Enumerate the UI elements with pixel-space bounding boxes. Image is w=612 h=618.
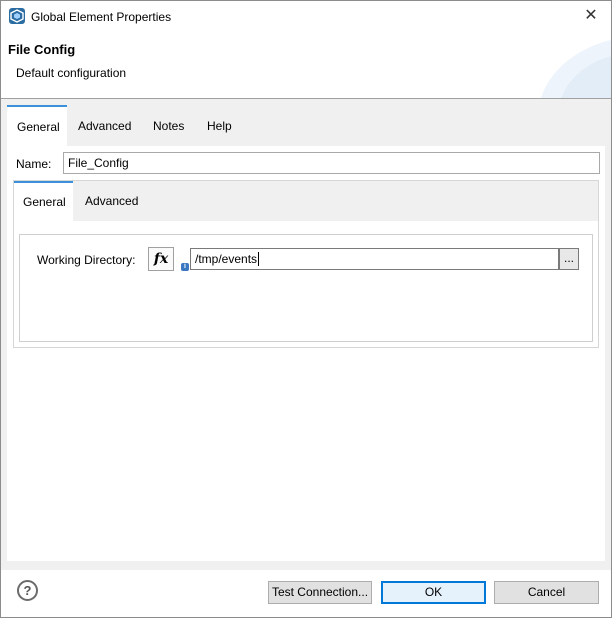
close-icon: ✕ — [584, 7, 598, 24]
header-title: File Config — [8, 42, 76, 57]
test-connection-button[interactable]: Test Connection... — [268, 581, 372, 604]
tab-advanced[interactable]: Advanced — [68, 105, 141, 146]
dialog-header: File Config Default configuration — [1, 32, 611, 98]
subtab-label: General — [23, 195, 66, 209]
expression-toggle-button[interactable]: fx — [148, 247, 174, 271]
fx-icon: fx — [153, 251, 169, 267]
close-button[interactable]: ✕ — [579, 5, 603, 27]
footer-divider — [1, 569, 611, 570]
subtab-advanced[interactable]: Advanced — [76, 181, 147, 221]
subtab-general[interactable]: General — [14, 181, 73, 221]
tab-general[interactable]: General — [7, 105, 67, 146]
config-subpanel: General Advanced Working Directory: fx i… — [13, 180, 599, 348]
tab-label: Notes — [153, 119, 185, 133]
header-decoration-icon — [541, 40, 611, 98]
global-element-properties-dialog: Global Element Properties ✕ File Config … — [0, 0, 612, 618]
main-tab-bar: General Advanced Notes Help — [7, 105, 605, 146]
name-label: Name: — [16, 157, 52, 171]
text-cursor — [258, 252, 260, 266]
app-icon — [9, 8, 25, 24]
working-directory-label: Working Directory: — [37, 253, 136, 267]
tab-notes[interactable]: Notes — [143, 105, 194, 146]
tab-label: Advanced — [78, 119, 132, 133]
properties-panel: General Advanced Notes Help Name: File_C… — [7, 105, 605, 561]
sub-tab-bar: General Advanced — [14, 181, 598, 221]
working-directory-input[interactable]: /tmp/events — [190, 248, 559, 270]
browse-button[interactable]: ... — [559, 248, 579, 270]
window-title: Global Element Properties — [31, 10, 172, 24]
name-input[interactable]: File_Config — [63, 152, 600, 174]
title-bar: Global Element Properties ✕ — [1, 1, 611, 32]
cancel-button[interactable]: Cancel — [494, 581, 599, 604]
header-description: Default configuration — [16, 66, 127, 80]
ok-button[interactable]: OK — [381, 581, 486, 604]
working-directory-group: Working Directory: fx i /tmp/events ... — [19, 234, 593, 342]
working-directory-value: /tmp/events — [195, 252, 258, 266]
help-icon: ? — [23, 583, 32, 598]
tab-label: Help — [207, 119, 232, 133]
info-icon: i — [181, 263, 189, 271]
help-button[interactable]: ? — [17, 580, 38, 601]
subtab-label: Advanced — [85, 194, 139, 208]
tab-help[interactable]: Help — [197, 105, 242, 146]
tab-label: General — [17, 120, 60, 134]
